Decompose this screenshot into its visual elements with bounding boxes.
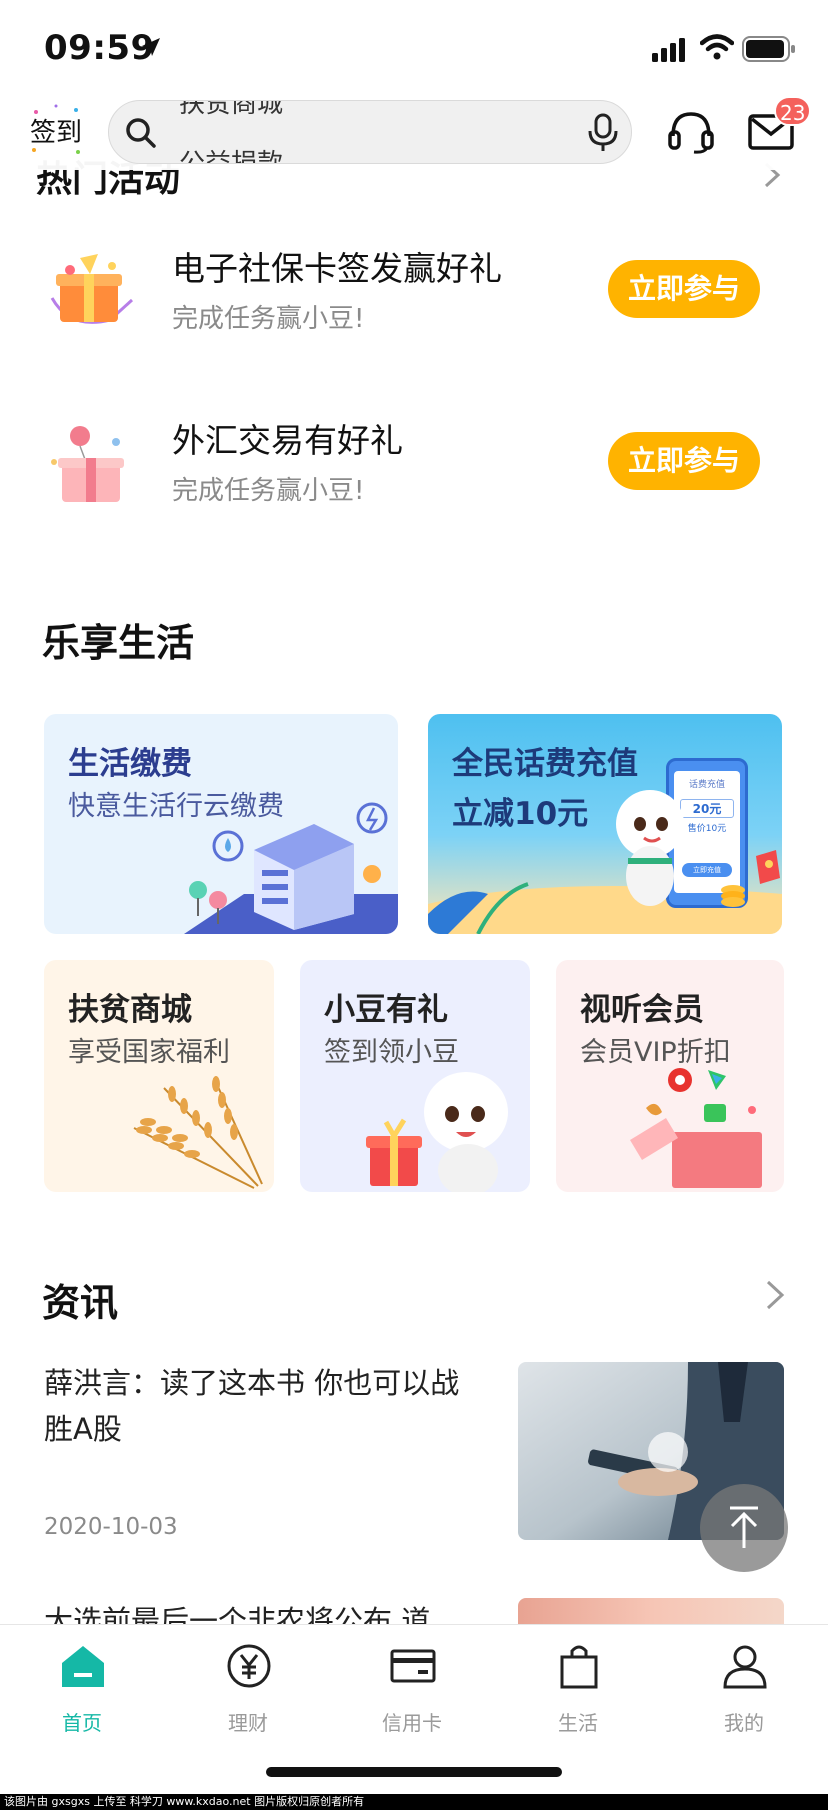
status-bar: 09:59 xyxy=(0,0,828,96)
gift-balloon-icon xyxy=(51,426,124,502)
card-title: 全民话费充值 xyxy=(452,746,638,782)
home-icon xyxy=(62,1646,104,1687)
card-subtitle: 会员VIP折扣 xyxy=(580,1037,731,1068)
mascot-illustration xyxy=(616,790,684,906)
join-now-button[interactable]: 立即参与 xyxy=(608,260,760,318)
activity-subtitle: 完成任务赢小豆! xyxy=(172,304,365,334)
tab-life[interactable]: 生活 xyxy=(518,1643,638,1753)
news-item-date: 2020-10-03 xyxy=(44,1514,178,1540)
search-icon xyxy=(126,118,156,148)
chevron-right-icon[interactable] xyxy=(764,1278,786,1312)
top-header: 签到 扶贫商城 公益捐款 23 xyxy=(0,96,828,170)
wifi-icon xyxy=(700,34,734,60)
notification-badge: 23 xyxy=(774,96,812,126)
tab-label: 生活 xyxy=(558,1711,598,1735)
signin-button[interactable]: 签到 xyxy=(30,112,82,149)
tab-label: 首页 xyxy=(62,1711,102,1735)
poverty-mall-card[interactable]: 扶贫商城 享受国家福利 xyxy=(44,960,274,1192)
tab-label: 理财 xyxy=(228,1711,268,1735)
watermark-text: 该图片由 gxsgxs 上传至 科学刀 www.kxdao.net 图片版权归原… xyxy=(0,1794,828,1810)
tab-label: 信用卡 xyxy=(382,1711,442,1735)
customer-service-icon[interactable] xyxy=(668,110,714,154)
card-title: 视听会员 xyxy=(580,992,704,1028)
card-title: 扶贫商城 xyxy=(68,992,192,1028)
join-now-button[interactable]: 立即参与 xyxy=(608,432,760,490)
tab-profile[interactable]: 我的 xyxy=(684,1643,804,1753)
credit-card-icon xyxy=(390,1649,436,1683)
battery-icon xyxy=(742,36,795,62)
back-to-top-button[interactable] xyxy=(700,1484,788,1572)
card-title: 小豆有礼 xyxy=(324,992,448,1028)
status-time: 09:59 xyxy=(44,28,155,68)
card-subtitle: 立减10元 xyxy=(452,796,589,832)
card-title: 生活缴费 xyxy=(68,746,192,782)
search-bar[interactable]: 扶贫商城 公益捐款 xyxy=(108,100,632,164)
red-envelope-icon xyxy=(756,850,780,884)
life-section-title: 乐享生活 xyxy=(42,621,195,665)
phone-recharge-card[interactable]: 全民话费充值 立减10元 话费充值 20元 售价10元 立即充值 xyxy=(428,714,782,934)
card-subtitle: 享受国家福利 xyxy=(68,1037,230,1068)
user-icon xyxy=(723,1645,767,1689)
mascot-gift-illustration xyxy=(366,1072,508,1192)
tab-credit-card[interactable]: 信用卡 xyxy=(352,1643,472,1753)
arrow-up-icon xyxy=(730,1506,758,1548)
activity-item[interactable]: 电子社保卡签发赢好礼 完成任务赢小豆! 立即参与 xyxy=(0,224,828,364)
search-hint-text: 公益捐款 xyxy=(179,149,284,164)
search-hint-text: 扶贫商城 xyxy=(179,100,284,119)
activity-subtitle: 完成任务赢小豆! xyxy=(172,476,365,506)
coin-stack-icon xyxy=(721,885,745,907)
home-indicator[interactable] xyxy=(266,1767,562,1777)
microphone-icon[interactable] xyxy=(587,113,619,153)
bottom-tab-bar: 首页 理财 信用卡 生活 我的 xyxy=(0,1624,828,1810)
yen-coin-icon xyxy=(227,1644,271,1688)
media-gift-illustration xyxy=(630,1068,762,1188)
activity-title: 外汇交易有好礼 xyxy=(172,421,403,460)
tab-home[interactable]: 首页 xyxy=(22,1643,142,1753)
activity-item[interactable]: 外汇交易有好礼 完成任务赢小豆! 立即参与 xyxy=(0,396,828,536)
shopping-bag-icon xyxy=(560,1645,598,1689)
activity-title: 电子社保卡签发赢好礼 xyxy=(172,249,502,288)
av-membership-card[interactable]: 视听会员 会员VIP折扣 xyxy=(556,960,784,1192)
tab-label: 我的 xyxy=(724,1711,764,1735)
location-arrow-icon xyxy=(142,38,160,56)
news-item-title[interactable]: 薛洪言：读了这本书 你也可以战胜A股 xyxy=(44,1360,474,1452)
bean-gift-card[interactable]: 小豆有礼 签到领小豆 xyxy=(300,960,530,1192)
tab-wealth[interactable]: 理财 xyxy=(188,1643,308,1753)
wheat-illustration xyxy=(133,1076,263,1189)
cellular-signal-icon xyxy=(652,38,685,62)
news-section-title: 资讯 xyxy=(42,1281,119,1325)
building-illustration xyxy=(184,802,398,934)
gift-box-icon xyxy=(50,254,134,324)
bill-payment-card[interactable]: 生活缴费 快意生活行云缴费 xyxy=(44,714,398,934)
